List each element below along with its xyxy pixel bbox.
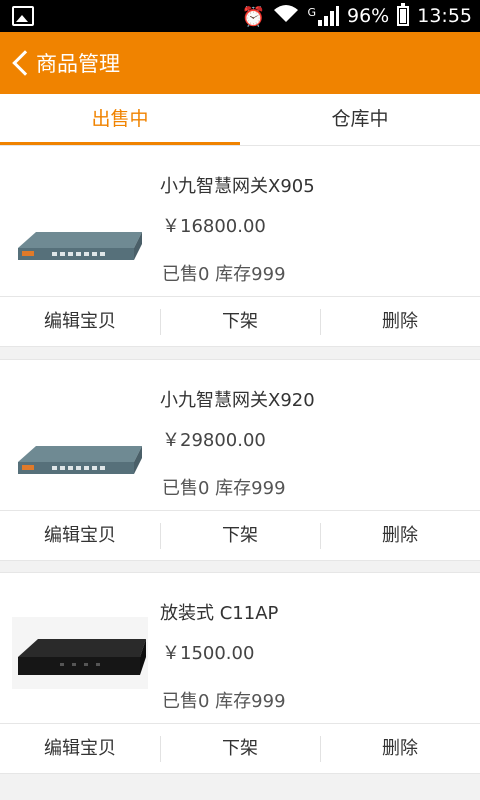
product-actions: 编辑宝贝 下架 删除 [0, 723, 480, 774]
product-price: ￥29800.00 [162, 430, 266, 451]
network-type: G [307, 6, 316, 19]
product-image[interactable] [12, 617, 148, 689]
product-price: ￥16800.00 [162, 216, 266, 237]
edit-item-button[interactable]: 编辑宝贝 [0, 724, 160, 774]
product-actions: 编辑宝贝 下架 删除 [0, 296, 480, 347]
product-stats: 已售0 库存999 [162, 691, 286, 712]
alarm-icon: ⏰ [241, 5, 266, 28]
signal-icon: G [307, 6, 339, 26]
battery-percent: 96% [347, 5, 390, 27]
status-bar: ⏰ G 96% 13:55 [0, 0, 480, 32]
app-bar: 商品管理 [0, 32, 480, 94]
page-title: 商品管理 [36, 52, 120, 76]
tab-in-warehouse[interactable]: 仓库中 [240, 94, 480, 146]
product-card: 小九智慧网关X905 ￥16800.00 已售0 库存999 编辑宝贝 下架 删… [0, 145, 480, 347]
product-price: ￥1500.00 [162, 643, 255, 664]
product-name[interactable]: 小九智慧网关X920 [160, 386, 315, 412]
delete-button[interactable]: 删除 [320, 724, 480, 774]
chevron-left-icon[interactable] [12, 50, 38, 76]
delete-button[interactable]: 删除 [320, 511, 480, 561]
product-image[interactable] [12, 400, 148, 476]
clock-time: 13:55 [417, 5, 472, 27]
battery-icon [397, 3, 410, 26]
edit-item-button[interactable]: 编辑宝贝 [0, 511, 160, 561]
unlist-button[interactable]: 下架 [160, 511, 320, 561]
delete-button[interactable]: 删除 [320, 297, 480, 347]
product-name[interactable]: 放装式 C11AP [160, 599, 278, 625]
wifi-icon [273, 4, 299, 29]
edit-item-button[interactable]: 编辑宝贝 [0, 297, 160, 347]
product-name[interactable]: 小九智慧网关X905 [160, 172, 315, 198]
unlist-button[interactable]: 下架 [160, 724, 320, 774]
tab-bar: 出售中 仓库中 [0, 94, 480, 146]
product-actions: 编辑宝贝 下架 删除 [0, 510, 480, 561]
product-stats: 已售0 库存999 [162, 264, 286, 285]
product-image[interactable] [12, 186, 148, 262]
tab-on-sale[interactable]: 出售中 [0, 94, 240, 146]
product-stats: 已售0 库存999 [162, 478, 286, 499]
image-icon [12, 6, 34, 26]
unlist-button[interactable]: 下架 [160, 297, 320, 347]
product-card: 小九智慧网关X920 ￥29800.00 已售0 库存999 编辑宝贝 下架 删… [0, 359, 480, 561]
product-card: 放装式 C11AP ￥1500.00 已售0 库存999 编辑宝贝 下架 删除 [0, 572, 480, 774]
